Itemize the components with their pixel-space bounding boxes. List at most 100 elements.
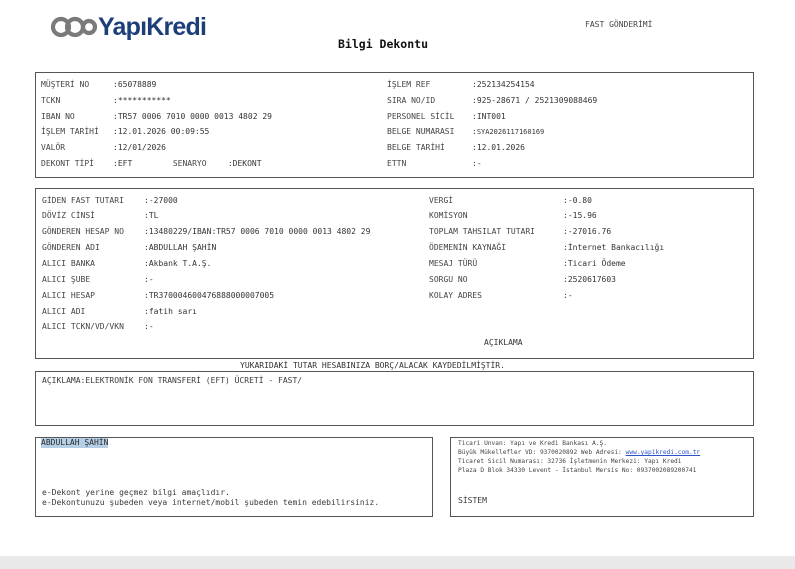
field-value: TR57 0006 7010 0000 0013 4802 29 [117,112,272,121]
field-value: - [476,159,482,168]
field-value: 925-28671 / 2521309088469 [476,96,598,105]
fast-amount-row: GİDEN FAST TUTARI:-27000 [42,196,178,205]
field-value: 65078889 [117,80,157,89]
field-value: -27000 [148,196,178,205]
receiver-account-row: ALICI HESAP:TR370004600476888000007005 [42,291,275,300]
debit-credit-notice: YUKARIDAKİ TUTAR HESABINIZA BORÇ/ALACAK … [240,361,505,370]
field-value: SYA2026117160169 [476,128,545,136]
field-label: KOLAY ADRES [429,291,482,300]
field-label: SIRA NO/ID [387,96,436,105]
field-value: - [567,291,573,300]
field-label: PERSONEL SİCİL [387,112,455,121]
scenario-value: DEKONT [232,159,262,168]
document-type: FAST GÖNDERİMİ [585,20,653,29]
field-value: Ticari Ödeme [567,259,626,268]
bank-website-link[interactable]: www.yapikredi.com.tr [626,449,701,456]
field-label: KOMİSYON [429,211,468,220]
field-label: GÖNDEREN HESAP NO [42,227,124,236]
field-label: ALICI TCKN/VD/VKN [42,322,124,331]
field-label: TOPLAM TAHSILAT TUTARI [429,227,535,236]
transaction-ref-row: İŞLEM REF: 252134254154 [387,80,535,89]
field-value: 12/01/2026 [117,143,166,152]
field-label: MESAJ TÜRÜ [429,259,478,268]
field-value: TL [148,211,159,220]
customer-name: ABDULLAH ŞAHİN [41,438,109,448]
ettn-row: ETTN: - [387,159,482,168]
scenario-label: SENARYO [172,159,207,168]
field-label: ALICI ADI [42,307,86,316]
easy-address-row: KOLAY ADRES: - [429,291,573,300]
field-label: ÖDEMENİN KAYNAĞI [429,243,507,252]
transaction-date-row: İŞLEM TARİHİ: 12.01.2026 00:09:55 [41,127,210,136]
field-label: ALICI ŞUBE [42,275,91,284]
sequence-no-row: SIRA NO/ID: 925-28671 / 2521309088469 [387,96,598,105]
personnel-row: PERSONEL SİCİL: INT001 [387,112,506,121]
system-label: SİSTEM [458,496,487,505]
bank-tax-text: Büyük Mükellefler VD: 9370020892 Web Adr… [458,449,626,456]
yapikredi-logo-icon [50,16,97,38]
tckn-row: TCKN: *********** [41,96,171,105]
customer-no-row: MÜŞTERİ NO: 65078889 [41,80,157,89]
field-value: Akbank T.A.Ş. [148,259,212,268]
tax-row: VERGİ:-0.80 [429,196,592,205]
sender-name-row: GÖNDEREN ADI:ABDULLAH ŞAHİN [42,243,217,252]
field-value: - [148,275,154,284]
commission-row: KOMİSYON:-15.96 [429,211,597,220]
field-value: 252134254154 [476,80,535,89]
document-no-row: BELGE NUMARASI: SYA2026117160169 [387,127,545,136]
field-value: 2520617603 [567,275,616,284]
field-value: - [148,322,154,331]
bank-registry-line: Ticaret Sicil Numarası: 32736 İşletmenin… [458,458,682,465]
field-value: TR370004600476888000007005 [148,291,275,300]
field-value: EFT [117,159,133,168]
receiver-name-row: ALICI ADI:fatih sarı [42,307,197,316]
field-label: DEKONT TİPİ [41,159,94,168]
field-value: *********** [117,96,171,105]
field-value: -0.80 [567,196,592,205]
yapikredi-logo: YapıKredi [49,13,207,41]
message-type-row: MESAJ TÜRÜ:Ticari Ödeme [429,259,626,268]
receiver-branch-row: ALICI ŞUBE: - [42,275,154,284]
field-value: ABDULLAH ŞAHİN [148,243,217,252]
document-title: Bilgi Dekontu [338,37,429,51]
bank-tax-line: Büyük Mükellefler VD: 9370020892 Web Adr… [458,449,700,457]
value-date-row: VALÖR: 12/01/2026 [41,143,166,152]
field-label: IBAN NO [41,112,75,121]
field-label: VALÖR [41,143,66,152]
currency-row: DÖVİZ CİNSİ:TL [42,211,159,220]
document-page: YapıKredi FAST GÖNDERİMİ Bilgi Dekontu M… [0,0,795,556]
field-label: BELGE TARİHİ [387,143,445,152]
receiver-tckn-row: ALICI TCKN/VD/VKN: - [42,322,154,331]
field-label: İŞLEM REF [387,80,431,89]
field-value: 12.01.2026 00:09:55 [117,127,210,136]
iban-row: IBAN NO: TR57 0006 7010 0000 0013 4802 2… [41,112,272,121]
receiver-bank-row: ALICI BANKA:Akbank T.A.Ş. [42,259,212,268]
field-label: ETTN [387,159,407,168]
customer-name-text: ABDULLAH ŞAHİN [41,438,109,448]
document-date-row: BELGE TARİHİ: 12.01.2026 [387,143,525,152]
disclaimer-line-2: e-Dekontunuzu şubeden veya internet/mobi… [42,498,380,507]
field-label: GÖNDEREN ADI [42,243,100,252]
bank-title-line: Ticari Unvan: Yapı ve Kredi Bankası A.Ş. [458,440,608,447]
sender-account-row: GÖNDEREN HESAP NO:13480229/IBAN:TR57 000… [42,227,371,236]
field-label: VERGİ [429,196,454,205]
field-label: ALICI HESAP [42,291,95,300]
field-value: fatih sarı [148,307,197,316]
field-value: -27016.76 [567,227,612,236]
field-value: INT001 [476,112,506,121]
description-text: AÇIKLAMA:ELEKTRONİK FON TRANSFERİ (EFT) … [42,376,303,385]
field-value: 13480229/IBAN:TR57 0006 7010 0000 0013 4… [148,227,371,236]
field-label: MÜŞTERİ NO [41,80,90,89]
bank-address-line: Plaza D Blok 34330 Levent - İstanbul Mer… [458,467,697,474]
receipt-type-row: DEKONT TİPİ: EFT SENARYO: DEKONT [41,159,262,168]
logo-text: YapıKredi [98,13,207,41]
field-label: İŞLEM TARİHİ [41,127,99,136]
field-label: TCKN [41,96,61,105]
field-label: GİDEN FAST TUTARI [42,196,124,205]
field-label: DÖVİZ CİNSİ [42,211,95,220]
aciklama-heading: AÇIKLAMA [484,338,523,347]
field-value: -15.96 [567,211,597,220]
field-label: BELGE NUMARASI [387,127,455,136]
query-no-row: SORGU NO:2520617603 [429,275,616,284]
disclaimer-line-1: e-Dekont yerine geçmez bilgi amaçlıdır. [42,488,230,497]
